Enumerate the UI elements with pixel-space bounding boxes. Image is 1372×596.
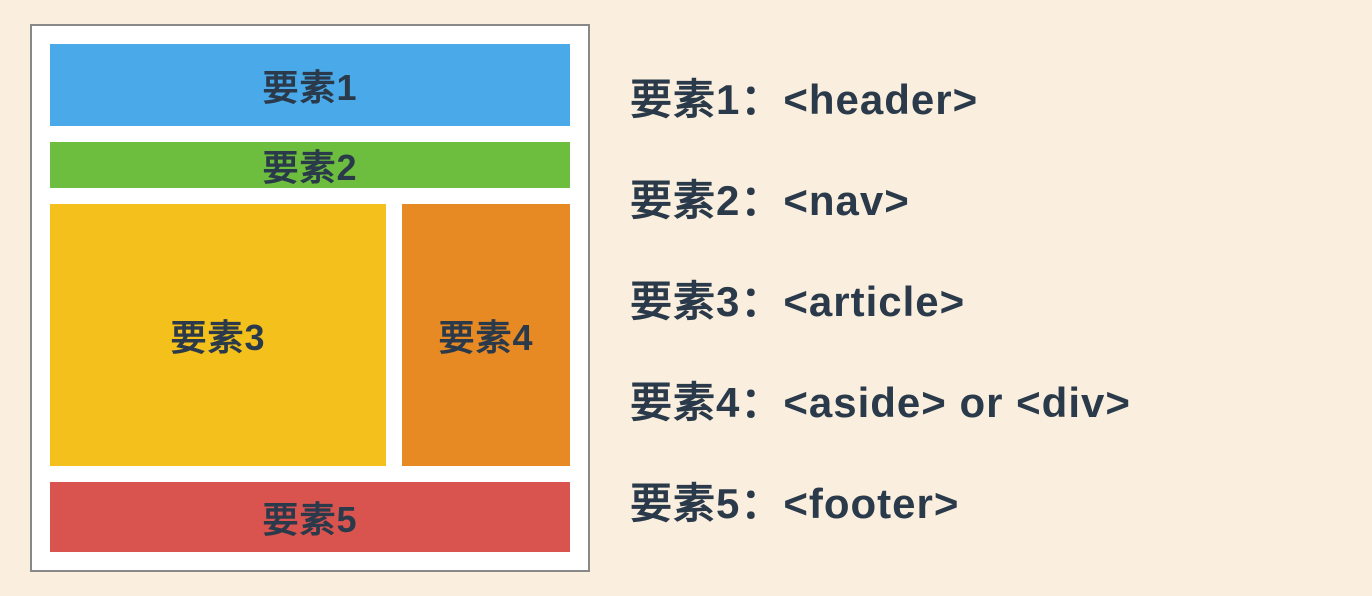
legend-item-footer: 要素5：<footer> — [630, 470, 1131, 531]
header-block: 要素1 — [50, 44, 570, 126]
layout-wireframe: 要素1 要素2 要素3 要素4 要素5 — [30, 24, 590, 572]
article-block-label: 要素3 — [170, 309, 265, 361]
middle-row: 要素3 要素4 — [50, 204, 570, 466]
legend-item-aside: 要素4：<aside> or <div> — [630, 369, 1131, 430]
aside-block-label: 要素4 — [438, 309, 533, 361]
legend-item-article: 要素3：<article> — [630, 268, 1131, 329]
diagram-container: 要素1 要素2 要素3 要素4 要素5 要素1：<header> 要素2：<na… — [30, 24, 1342, 572]
legend-item-nav: 要素2：<nav> — [630, 167, 1131, 228]
legend-item-header: 要素1：<header> — [630, 66, 1131, 127]
article-block: 要素3 — [50, 204, 386, 466]
aside-block: 要素4 — [402, 204, 570, 466]
nav-block-label: 要素2 — [262, 139, 357, 191]
header-block-label: 要素1 — [262, 59, 357, 111]
legend: 要素1：<header> 要素2：<nav> 要素3：<article> 要素4… — [630, 66, 1131, 531]
nav-block: 要素2 — [50, 142, 570, 188]
footer-block-label: 要素5 — [262, 491, 357, 543]
footer-block: 要素5 — [50, 482, 570, 552]
